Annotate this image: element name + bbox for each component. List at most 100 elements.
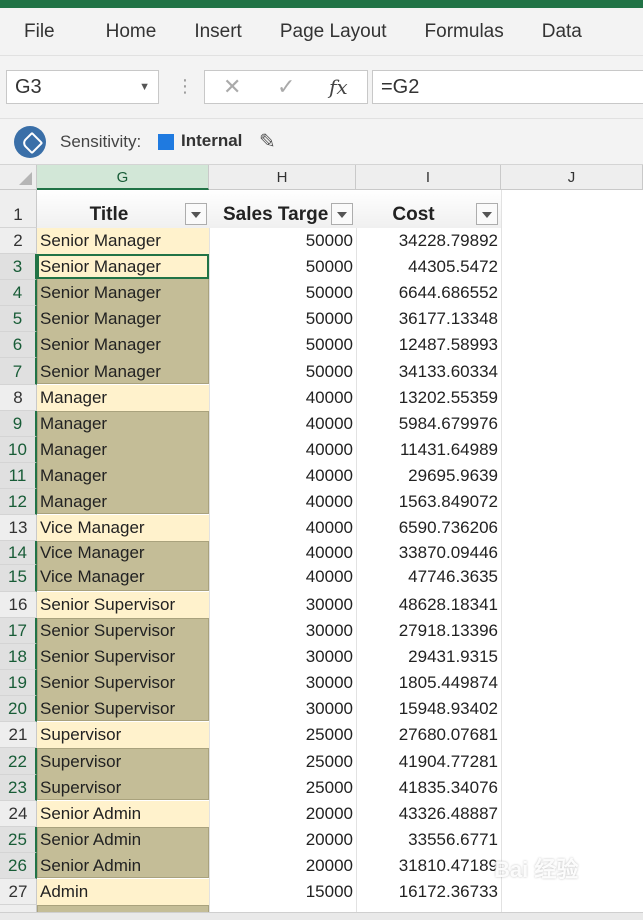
cell-sales-target[interactable]: 30000 — [209, 670, 356, 696]
cell-cost[interactable]: 43326.48887 — [356, 801, 501, 827]
row-header[interactable]: 4 — [0, 280, 37, 306]
tab-page-layout[interactable]: Page Layout — [261, 21, 406, 43]
row-header[interactable]: 24 — [0, 801, 37, 827]
filter-dropdown-cost[interactable] — [476, 203, 498, 225]
cell-sales-target[interactable]: 50000 — [209, 332, 356, 358]
cell-sales-target[interactable]: 15000 — [209, 879, 356, 905]
row-header[interactable]: 22 — [0, 748, 37, 775]
row-header[interactable]: 10 — [0, 437, 37, 463]
cell-title[interactable]: Senior Supervisor — [37, 592, 209, 618]
column-header-i[interactable]: I — [356, 165, 501, 190]
edit-pencil-icon[interactable]: ✎ — [259, 129, 276, 154]
cell-cost[interactable]: 1563.849072 — [356, 489, 501, 515]
tab-file[interactable]: File — [0, 21, 87, 43]
cell-sales-target[interactable]: 30000 — [209, 592, 356, 618]
cell-cost[interactable]: 41904.77281 — [356, 748, 501, 775]
cell-sales-target[interactable]: 20000 — [209, 801, 356, 827]
cell-title[interactable]: Senior Manager — [37, 332, 209, 358]
formula-input[interactable]: =G2 — [372, 70, 643, 104]
cell-cost[interactable]: 16172.36733 — [356, 879, 501, 905]
row-header[interactable]: 18 — [0, 644, 37, 670]
cell-title[interactable]: Supervisor — [37, 748, 209, 775]
cell-cost[interactable]: 36177.13348 — [356, 306, 501, 332]
cell-title[interactable]: Senior Supervisor — [37, 696, 209, 722]
cell-title[interactable]: Senior Admin — [37, 801, 209, 827]
row-header[interactable]: 25 — [0, 827, 37, 853]
cell-sales-target[interactable]: 40000 — [209, 489, 356, 515]
cell-sales-target[interactable]: 40000 — [209, 385, 356, 411]
cell-cost[interactable]: 27680.07681 — [356, 722, 501, 748]
row-header[interactable]: 27 — [0, 879, 37, 905]
cell-cost[interactable]: 29695.9639 — [356, 463, 501, 489]
column-header-j[interactable]: J — [501, 165, 643, 190]
row-header[interactable]: 14 — [0, 541, 37, 565]
cell-title[interactable]: Admin — [37, 879, 209, 905]
sensitivity-tag-icon[interactable] — [14, 126, 46, 158]
cell-cost[interactable]: 34133.60334 — [356, 358, 501, 385]
row-header[interactable]: 9 — [0, 411, 37, 437]
close-icon[interactable]: ✕ — [223, 71, 241, 103]
cell-sales-target[interactable]: 40000 — [209, 463, 356, 489]
cell-cost[interactable]: 41835.34076 — [356, 775, 501, 801]
cell-cost[interactable]: 6590.736206 — [356, 515, 501, 541]
row-header[interactable]: 16 — [0, 592, 37, 618]
cell-cost[interactable]: 5984.679976 — [356, 411, 501, 437]
row-header[interactable]: 12 — [0, 489, 37, 515]
row-header[interactable]: 15 — [0, 565, 37, 592]
row-header[interactable]: 20 — [0, 696, 37, 722]
cell-sales-target[interactable]: 25000 — [209, 775, 356, 801]
cell-sales-target[interactable]: 20000 — [209, 827, 356, 853]
cell-sales-target[interactable]: 40000 — [209, 437, 356, 463]
column-header-g[interactable]: G — [37, 165, 209, 190]
row-header[interactable]: 19 — [0, 670, 37, 696]
row-header[interactable]: 3 — [0, 254, 37, 280]
cell-title[interactable]: Senior Supervisor — [37, 644, 209, 670]
tab-insert[interactable]: Insert — [175, 21, 261, 43]
sensitivity-value[interactable]: Internal — [181, 131, 242, 151]
cell-sales-target[interactable]: 50000 — [209, 358, 356, 385]
row-header[interactable]: 7 — [0, 358, 37, 385]
row-header[interactable]: 8 — [0, 385, 37, 411]
cell-sales-target[interactable]: 30000 — [209, 618, 356, 644]
cell-sales-target[interactable]: 20000 — [209, 853, 356, 879]
cell-cost[interactable]: 44305.5472 — [356, 254, 501, 280]
chevron-down-icon[interactable]: ▼ — [139, 71, 150, 103]
cell-cost[interactable]: 47746.3635 — [356, 565, 501, 589]
cell-sales-target[interactable]: 50000 — [209, 254, 356, 280]
cell-title[interactable]: Senior Supervisor — [37, 618, 209, 644]
row-header[interactable]: 2 — [0, 228, 37, 254]
cell-cost[interactable]: 13202.55359 — [356, 385, 501, 411]
cell-title[interactable]: Senior Admin — [37, 853, 209, 879]
tab-home[interactable]: Home — [87, 21, 176, 43]
cell-sales-target[interactable]: 50000 — [209, 280, 356, 306]
cell-sales-target[interactable]: 40000 — [209, 565, 356, 589]
cell-title[interactable]: Manager — [37, 463, 209, 489]
more-options-icon[interactable]: ⋮ — [176, 74, 194, 98]
filter-dropdown-title[interactable] — [185, 203, 207, 225]
filter-dropdown-sales-target[interactable] — [331, 203, 353, 225]
function-icon[interactable]: fx — [329, 71, 348, 103]
cell-title[interactable]: Senior Admin — [37, 827, 209, 853]
cell-cost[interactable]: 15948.93402 — [356, 696, 501, 722]
cell-title[interactable]: Senior Supervisor — [37, 670, 209, 696]
row-header[interactable]: 17 — [0, 618, 37, 644]
cell-cost[interactable]: 29431.9315 — [356, 644, 501, 670]
tab-formulas[interactable]: Formulas — [406, 21, 523, 43]
cell-title[interactable]: Vice Manager — [37, 565, 209, 589]
row-header[interactable]: 11 — [0, 463, 37, 489]
cell-title[interactable]: Supervisor — [37, 722, 209, 748]
cell-title[interactable]: Manager — [37, 385, 209, 411]
cell-sales-target[interactable]: 50000 — [209, 228, 356, 254]
cell-cost[interactable]: 48628.18341 — [356, 592, 501, 618]
cell-cost[interactable]: 31810.47189 — [356, 853, 501, 879]
cell-sales-target[interactable]: 40000 — [209, 541, 356, 565]
row-header[interactable]: 26 — [0, 853, 37, 879]
cell-title[interactable]: Senior Manager — [37, 358, 209, 385]
select-all-corner[interactable] — [0, 165, 37, 190]
cell-cost[interactable]: 6644.686552 — [356, 280, 501, 306]
cell-title[interactable]: Manager — [37, 411, 209, 437]
cell-title[interactable]: Supervisor — [37, 775, 209, 801]
cell-title[interactable]: Manager — [37, 489, 209, 515]
cell-cost[interactable]: 11431.64989 — [356, 437, 501, 463]
cell-sales-target[interactable]: 30000 — [209, 696, 356, 722]
